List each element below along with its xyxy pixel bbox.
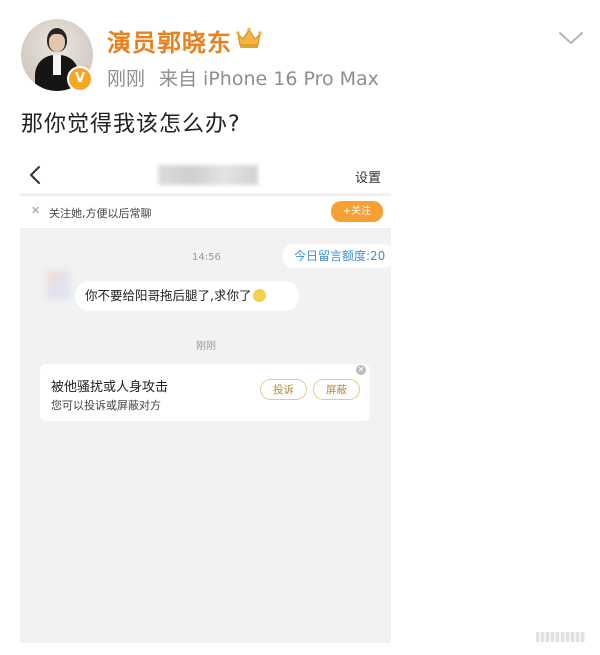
author-username[interactable]: 演员郭晓东 [107,23,232,58]
chat-header: 设置 [20,157,391,193]
message-bubble: 你不要给阳哥拖后腿了,求你了 [75,281,299,311]
message-quota-badge: 今日留言额度:20 [282,244,391,268]
chevron-left-icon [28,165,42,189]
follow-button: +关注 [331,201,383,222]
post-time: 刚刚 [107,68,146,90]
verified-badge-icon: V [67,66,93,92]
close-icon: ✕ [356,365,366,375]
blurred-contact-name [158,165,258,185]
crown-icon [236,27,262,53]
message-timestamp: 14:56 [192,252,221,263]
message-timestamp: 刚刚 [196,341,216,352]
chevron-down-icon[interactable] [558,30,584,50]
chat-screenshot-image[interactable]: 设置 ✕ 关注她,方便以后常聊 +关注 14:56 今日留言额度:20 你不要给… [20,157,391,643]
avatar-figure-shirt [53,55,61,75]
follow-banner: ✕ 关注她,方便以后常聊 +关注 [20,195,391,229]
post-text: 那你觉得我该怎么办? [21,112,241,137]
blurred-sender-avatar [46,270,70,300]
avatar-figure-face [49,34,65,52]
post-meta: 刚刚 来自 iPhone 16 Pro Max [107,64,379,91]
block-button: 屏蔽 [313,379,360,400]
complain-button: 投诉 [260,379,307,400]
close-icon: ✕ [31,204,41,217]
message-text: 你不要给阳哥拖后腿了,求你了 [85,288,252,303]
harassment-card-subtitle: 您可以投诉或屏蔽对方 [51,399,161,412]
harassment-card-title: 被他骚扰或人身攻击 [51,380,169,395]
follow-banner-text: 关注她,方便以后常聊 [49,207,152,220]
crying-emoji-icon [253,289,267,302]
watermark [536,632,586,642]
post-source: 来自 iPhone 16 Pro Max [159,68,379,90]
harassment-report-card: 被他骚扰或人身攻击 您可以投诉或屏蔽对方 投诉 屏蔽 ✕ [40,364,370,421]
settings-link: 设置 [355,171,382,186]
